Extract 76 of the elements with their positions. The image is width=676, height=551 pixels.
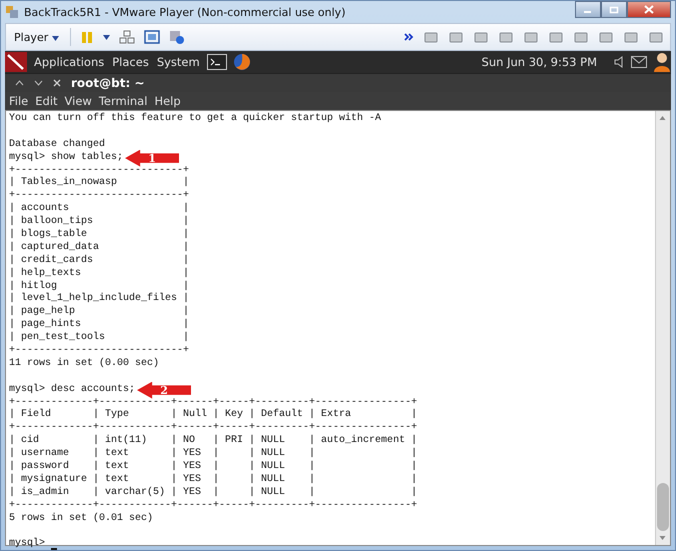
fullscreen-icon[interactable] — [144, 30, 160, 44]
terminal-line: | balloon_tips | — [9, 216, 190, 228]
globe-icon[interactable] — [232, 53, 251, 71]
terminal-line: | username | text | YES | | NULL | | — [9, 448, 418, 460]
more-icon[interactable] — [404, 33, 414, 41]
terminal-line: | page_help | — [9, 306, 190, 318]
terminal-line: | page_hints | — [9, 319, 190, 332]
scrollbar-thumb[interactable] — [657, 483, 669, 531]
device-icon[interactable] — [598, 30, 614, 44]
maximize-icon — [609, 6, 619, 14]
device-icon[interactable] — [623, 30, 639, 44]
device-icon[interactable] — [648, 30, 664, 44]
terminal-line: | blogs_table | — [9, 229, 190, 242]
terminal-tab[interactable]: root@bt: ~ — [71, 76, 144, 90]
player-menu-button[interactable]: Player — [12, 30, 61, 44]
terminal-line: | Field | Type | Null | Key | Default | Extra | — [9, 409, 418, 422]
clock[interactable]: Sun Jun 30, 9:53 PM — [482, 55, 597, 69]
terminal-line: mysql> desc accounts; — [9, 384, 136, 397]
device-icon[interactable] — [473, 30, 489, 44]
terminal-line: mysql> show tables; — [9, 152, 124, 165]
terminal-line: +----------------------------+ — [9, 164, 190, 176]
user-icon[interactable] — [653, 52, 671, 72]
terminal-icon[interactable] — [206, 54, 227, 70]
terminal-line: 5 rows in set (0.01 sec) — [9, 512, 154, 526]
scrollbar[interactable] — [655, 111, 670, 545]
panel-menu[interactable]: System — [156, 55, 201, 69]
terminal-prompt: mysql> — [9, 538, 46, 550]
menu-item[interactable]: File — [9, 94, 28, 108]
terminal-line: | Tables_in_nowasp | — [9, 177, 190, 190]
caret-icon — [52, 36, 59, 40]
network-icon[interactable] — [118, 30, 135, 44]
text-cursor — [51, 548, 58, 550]
terminal-line: | credit_cards | — [9, 254, 190, 268]
mail-icon[interactable] — [631, 56, 647, 68]
device-icon[interactable] — [523, 30, 539, 44]
app-icon — [5, 5, 19, 19]
close-button[interactable] — [627, 1, 671, 18]
terminal-line: Database changed — [9, 138, 106, 152]
logo-icon[interactable] — [5, 52, 27, 72]
device-icon[interactable] — [548, 30, 564, 44]
caret-icon[interactable] — [102, 34, 110, 40]
panel-menu[interactable]: Places — [111, 55, 150, 69]
terminal-line: | hitlog | — [9, 280, 190, 292]
menu-item[interactable]: View — [64, 94, 92, 108]
terminal-line: +-------------+------------+------+-----+---------+----------------+ — [9, 422, 418, 434]
terminal-line: +----------------------------+ — [9, 345, 190, 358]
device-icon[interactable] — [573, 30, 589, 44]
speaker-icon[interactable] — [613, 56, 625, 68]
close-tab-icon[interactable] — [53, 79, 61, 87]
terminal-line: | cid | int(11) | NO | PRI | NULL | auto_increment | — [9, 435, 418, 448]
terminal-line: +-------------+------------+------+-----+---------+----------------+ — [9, 396, 418, 408]
close-icon — [644, 5, 654, 14]
menu-item[interactable]: Help — [154, 94, 181, 108]
menu-item[interactable]: Edit — [35, 94, 58, 108]
device-icon[interactable] — [423, 30, 439, 44]
minimize-button[interactable] — [575, 1, 601, 18]
terminal-line: | password | text | YES | | NULL | | — [9, 461, 418, 474]
window-title: BackTrack5R1 - VMware Player (Non-commercial use only) — [24, 6, 346, 18]
terminal-line: | help_texts | — [9, 268, 190, 280]
terminal-line: | pen_test_tools | — [9, 332, 190, 346]
terminal-line: 11 rows in set (0.00 sec) — [9, 358, 160, 371]
menu-item[interactable]: Terminal — [98, 94, 148, 108]
terminal-line: | is_admin | varchar(5) | YES | | NULL | | — [9, 486, 418, 500]
terminal-line: | accounts | — [9, 203, 190, 216]
terminal-line: | level_1_help_include_files | — [9, 293, 190, 306]
device-icon[interactable] — [448, 30, 464, 44]
caret-up-icon[interactable] — [15, 80, 24, 86]
panel-menu[interactable]: Applications — [33, 55, 106, 69]
terminal-line: | captured_data | — [9, 242, 190, 254]
terminal-line: You can turn off this feature to get a quicker startup with -A — [9, 113, 382, 126]
terminal-line: +-------------+------------+------+-----+---------+----------------+ — [9, 500, 418, 512]
terminal-line: +----------------------------+ — [9, 190, 190, 202]
caret-icon[interactable] — [34, 80, 43, 86]
device-icon[interactable] — [498, 30, 514, 44]
terminal-line: | mysignature | text | YES | | NULL | | — [9, 474, 418, 486]
maximize-button[interactable] — [601, 1, 627, 18]
